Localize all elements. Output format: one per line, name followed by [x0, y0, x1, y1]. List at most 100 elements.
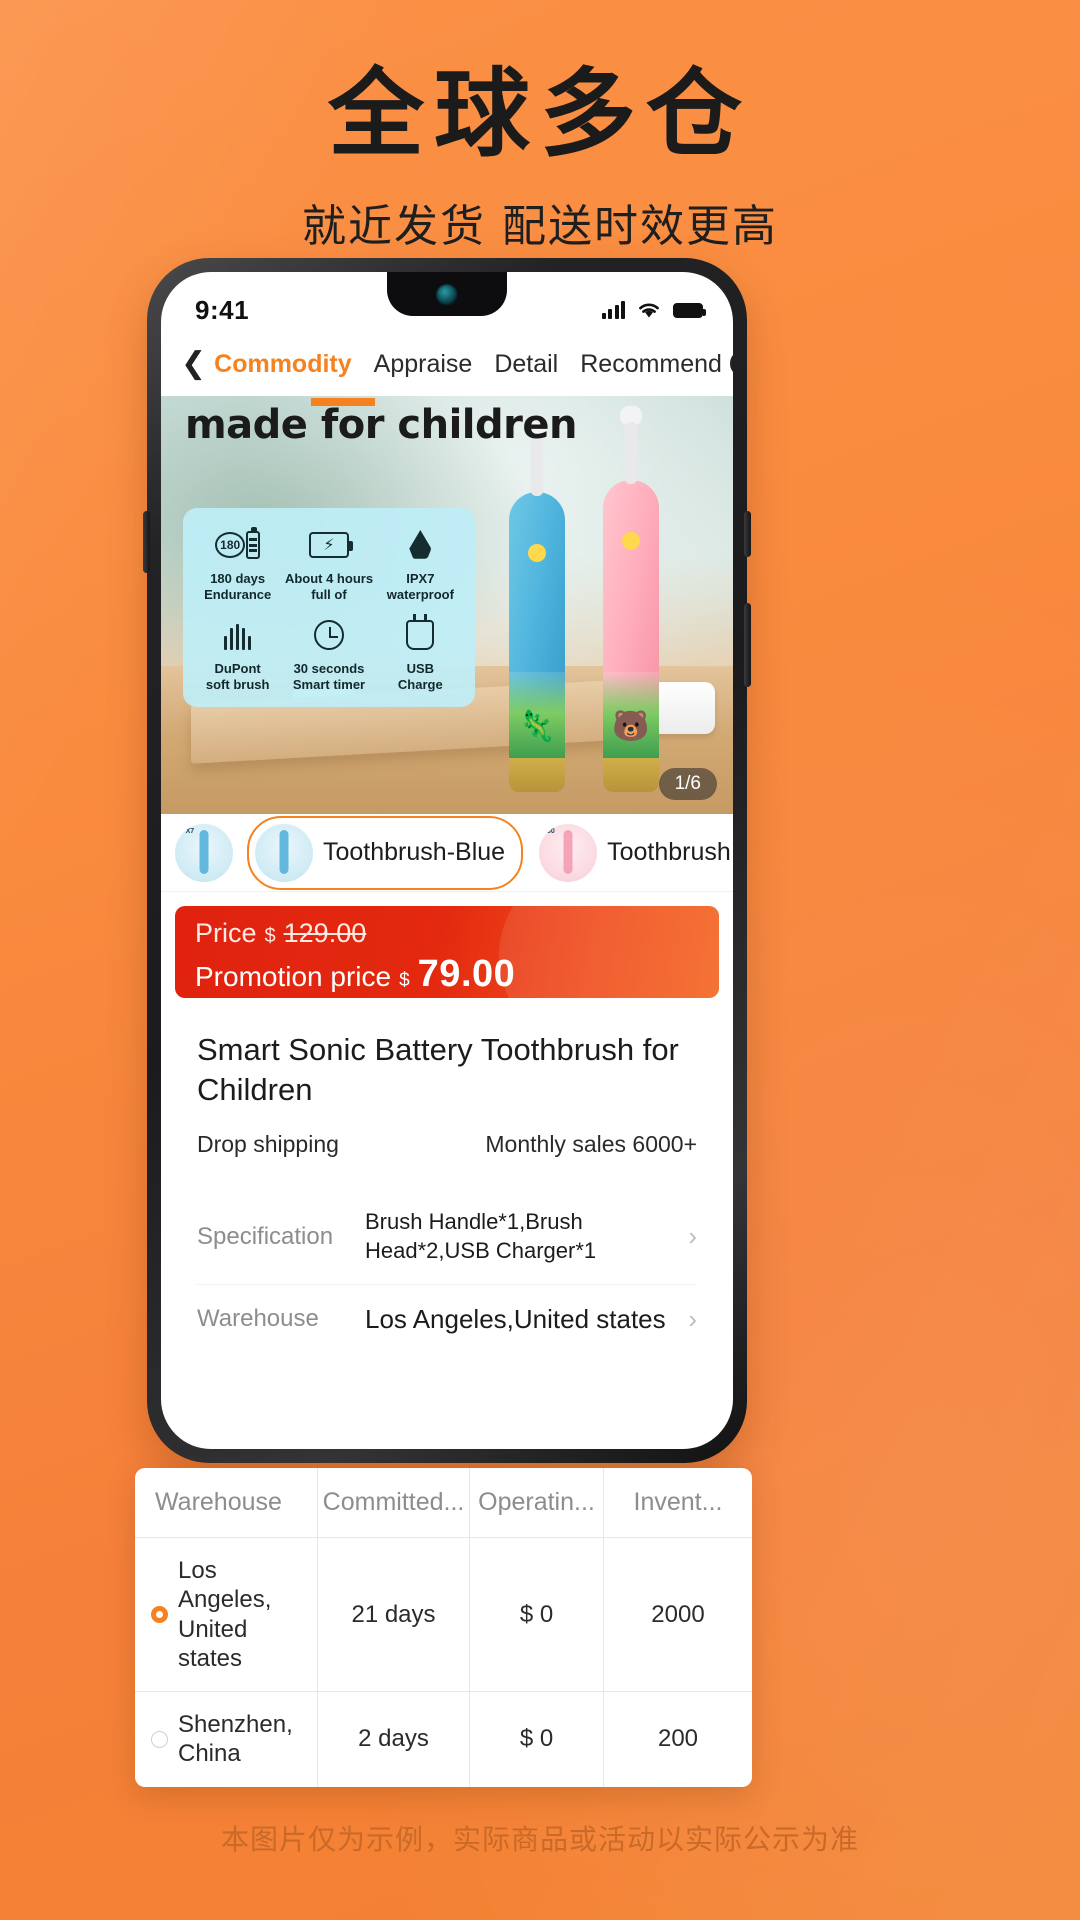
brush-button	[528, 544, 546, 562]
spec-key: Specification	[197, 1222, 334, 1250]
dino-character-icon: 🦎	[518, 710, 556, 743]
toothbrush-blue-image: 🦎	[509, 418, 565, 792]
sku-option-toothbrush-blue[interactable]: Toothbrush-Blue	[247, 815, 524, 890]
promotion-price-row: Promotion price $ 79.00	[195, 953, 699, 996]
table-row[interactable]: Los Angeles, United states 21 days $ 0 2…	[135, 1537, 752, 1692]
column-header-warehouse: Warehouse	[155, 1488, 282, 1516]
spec-row-specification[interactable]: Specification Brush Handle*1,Brush Head*…	[197, 1190, 697, 1283]
product-info-card: Smart Sonic Battery Toothbrush for Child…	[175, 1008, 719, 1177]
promotion-label: Promotion price	[195, 961, 392, 992]
feature-180-days: 180 180 days Endurance	[193, 524, 282, 604]
sku-thumb-brush-icon	[199, 829, 209, 874]
phone-side-button	[744, 603, 751, 687]
spec-key: Warehouse	[197, 1305, 319, 1333]
phone-screen: 9:41 ❮ Commodity Appraise Detail Recomme…	[161, 272, 733, 1449]
feature-waterproof: IPX7 waterproof	[376, 524, 465, 604]
sku-thumb-0[interactable]: IPX7	[175, 823, 233, 882]
operating-cell: $ 0	[469, 1538, 603, 1692]
specification-card: Specification Brush Handle*1,Brush Head*…	[175, 1186, 719, 1359]
sku-label: Toothbrush-Blue	[323, 838, 506, 866]
feature-smart-timer: 30 seconds Smart timer	[284, 614, 373, 694]
feature-label-line2: soft brush	[205, 676, 270, 692]
tab-appraise[interactable]: Appraise	[374, 350, 473, 379]
wifi-icon	[639, 303, 659, 318]
nav-actions	[722, 350, 733, 378]
feature-label-line2: waterproof	[386, 587, 454, 603]
feature-dupont-brush: DuPont soft brush	[193, 614, 282, 694]
battery-180-icon: 180	[193, 524, 282, 566]
feature-label-line2: Smart timer	[292, 676, 366, 692]
water-drop-icon	[376, 524, 465, 566]
warehouse-cell[interactable]: Shenzhen, China	[135, 1692, 317, 1787]
brush-neck	[624, 422, 638, 484]
feature-fast-charge: ⚡ About 4 hours full of	[284, 524, 373, 604]
chevron-right-icon: ›	[688, 1221, 697, 1252]
product-title: Smart Sonic Battery Toothbrush for Child…	[197, 1032, 679, 1107]
fast-charge-icon: ⚡	[284, 524, 373, 566]
original-price-row: Price $ 129.00	[195, 918, 699, 949]
inventory-cell: 2000	[603, 1538, 752, 1692]
radio-selected-icon[interactable]	[151, 1606, 168, 1624]
price-label: Price	[195, 918, 257, 948]
promotion-price-value: 79.00	[417, 953, 516, 995]
sku-thumb-brush-icon	[563, 829, 573, 874]
nav-tab-list: Commodity Appraise Detail Recommend	[214, 350, 722, 379]
sku-thumb-tag: 180	[543, 827, 555, 835]
brush-button	[622, 532, 640, 550]
status-bar-time: 9:41	[195, 294, 250, 325]
feature-label-line2: Charge	[397, 676, 443, 692]
hero-underline-accent	[311, 398, 375, 406]
spec-row-warehouse[interactable]: Warehouse Los Angeles,United states ›	[197, 1283, 697, 1355]
usb-charge-icon	[376, 613, 465, 656]
disclaimer-text: 本图片仅为示例，实际商品或活动以实际公示为准	[220, 1823, 859, 1856]
table-row[interactable]: Shenzhen, China 2 days $ 0 200	[135, 1691, 752, 1787]
sku-thumb-1	[255, 823, 313, 882]
tab-commodity[interactable]: Commodity	[214, 350, 352, 379]
nav-bar: ❮ Commodity Appraise Detail Recommend	[161, 334, 733, 396]
brush-base-band	[603, 758, 659, 792]
warehouse-name-line2: United states	[178, 1615, 248, 1672]
sku-thumb-2: 180	[539, 823, 598, 882]
warehouse-name: Shenzhen, China	[178, 1710, 293, 1769]
warehouse-name: Los Angeles, United states	[178, 1556, 307, 1673]
currency-symbol: $	[264, 925, 276, 947]
currency-symbol: $	[399, 970, 410, 991]
signal-bars-icon	[601, 301, 625, 319]
table-header-row: Warehouse Committed... Operatin... Inven…	[135, 1468, 752, 1537]
feature-label-line1: USB	[406, 660, 435, 676]
page-title: 全球多仓	[328, 58, 752, 170]
warehouse-comparison-table[interactable]: Warehouse Committed... Operatin... Inven…	[135, 1468, 752, 1787]
committed-cell: 2 days	[317, 1692, 469, 1787]
sku-thumb-tag: IPX7	[179, 827, 195, 835]
inventory-cell: 200	[603, 1692, 752, 1787]
column-header-operating: Operatin...	[469, 1468, 603, 1537]
warehouse-name-line1: Los Angeles,	[178, 1557, 272, 1614]
search-icon[interactable]	[729, 350, 733, 378]
poster-header: 全球多仓 就近发货 配送时效更高	[0, 58, 1080, 254]
phone-power-button	[744, 511, 751, 557]
warehouse-cell[interactable]: Los Angeles, United states	[135, 1538, 317, 1691]
column-header-inventory: Invent...	[603, 1468, 752, 1537]
spec-value: Brush Handle*1,Brush Head*2,USB Charger*…	[365, 1209, 597, 1263]
radio-unselected-icon[interactable]	[151, 1730, 168, 1748]
chevron-left-icon[interactable]: ❮	[181, 349, 206, 379]
tab-recommend[interactable]: Recommend	[580, 350, 722, 379]
feature-overlay-card: 180 180 days Endurance ⚡ About 4 hours ful…	[183, 508, 475, 707]
feature-label-line1: About 4 hours	[284, 571, 374, 586]
warehouse-name-line2: China	[178, 1740, 241, 1768]
feature-label-line2: Endurance	[204, 587, 272, 603]
brush-base-band	[509, 758, 565, 792]
feature-label-line1: 30 seconds	[293, 660, 365, 676]
product-gallery[interactable]: 🦎 🐻 made for children 180 180 days Endur…	[161, 396, 733, 814]
sku-option-toothbrush-pink[interactable]: 180 Toothbrush	[537, 815, 733, 890]
tab-detail[interactable]: Detail	[494, 350, 558, 379]
towel-prop	[651, 682, 715, 734]
sku-selector-strip[interactable]: IPX7 Toothbrush-Blue 180 Toothbrush	[161, 814, 733, 892]
product-meta-row: Drop shipping Monthly sales 6000+	[197, 1131, 697, 1158]
toothbrush-pink-image: 🐻	[603, 406, 659, 792]
bear-character-icon: 🐻	[612, 710, 650, 743]
status-bar-indicators	[601, 300, 706, 320]
bristles-icon	[193, 614, 282, 656]
committed-cell: 21 days	[317, 1538, 469, 1692]
front-camera-icon	[436, 284, 458, 306]
